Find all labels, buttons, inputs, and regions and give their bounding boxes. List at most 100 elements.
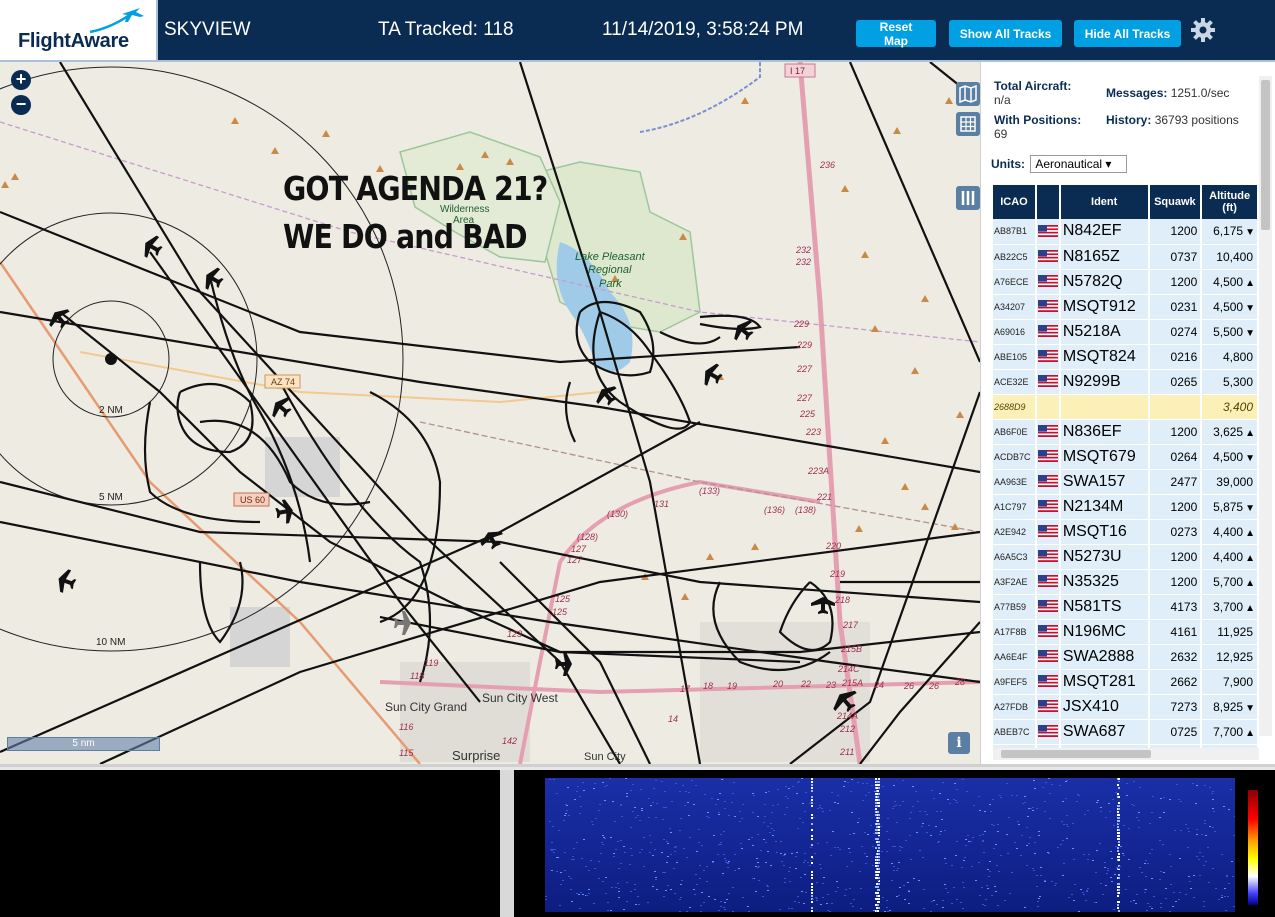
units-select[interactable]: Aeronautical ▾	[1030, 155, 1127, 173]
grid-icon[interactable]	[956, 112, 980, 136]
altitude-trend: ▲	[1245, 278, 1255, 289]
flightaware-logo[interactable]: FlightAware	[0, 0, 158, 60]
table-row[interactable]: 2688D9 3,400	[993, 394, 1258, 419]
color-scale-bar	[1248, 790, 1258, 905]
flight-map[interactable]: I 17 AZ 74 US 60 2 NM 5 NM 10 NM Lake Pl…	[0, 62, 980, 764]
svg-text:232: 232	[795, 245, 811, 255]
table-row[interactable]: ABEB7C SWA687 0725 7,700 ▲	[993, 719, 1258, 744]
flag-us-icon	[1036, 419, 1060, 444]
svg-text:229: 229	[796, 340, 812, 350]
cell-ident: MSQT824	[1060, 344, 1149, 369]
flag-us-icon	[1036, 519, 1060, 544]
table-row[interactable]: A69016 N5218A 0274 5,500 ▼	[993, 319, 1258, 344]
flag-us-icon	[1036, 244, 1060, 269]
cell-ident: N9299B	[1060, 369, 1149, 394]
svg-text:220: 220	[825, 541, 841, 551]
cell-altitude: 5,500 ▼	[1201, 319, 1258, 344]
cell-ident: MSQT912	[1060, 294, 1149, 319]
altitude-value: 4,500	[1213, 450, 1243, 464]
history-value: 36793 positions	[1155, 113, 1239, 127]
table-row[interactable]: A2E942 MSQT16 0273 4,400 ▲	[993, 519, 1258, 544]
reset-map-button[interactable]: Reset Map	[856, 20, 936, 47]
hide-all-tracks-button[interactable]: Hide All Tracks	[1074, 20, 1181, 47]
svg-text:223A: 223A	[807, 466, 829, 476]
table-row[interactable]: A77B59 N581TS 4173 3,700 ▲	[993, 594, 1258, 619]
messages-value: 1251.0/sec	[1171, 86, 1230, 100]
flag-us-icon	[1036, 394, 1060, 419]
cell-ident: MSQT281	[1060, 669, 1149, 694]
sun-city-label: Sun City	[584, 751, 626, 763]
svg-text:214A: 214A	[836, 711, 858, 721]
col-header-flag[interactable]	[1036, 185, 1060, 219]
flag-us-icon	[1036, 369, 1060, 394]
info-button[interactable]: i	[948, 732, 970, 754]
svg-text:217: 217	[842, 620, 859, 630]
col-header-altitude[interactable]: Altitude (ft)	[1201, 185, 1258, 219]
col-header-squawk[interactable]: Squawk	[1149, 185, 1202, 219]
table-row[interactable]: A17F8B N196MC 4161 11,925	[993, 619, 1258, 644]
power-line	[420, 422, 980, 532]
cell-squawk: 1200	[1149, 544, 1202, 569]
cell-altitude: 11,925	[1201, 619, 1258, 644]
aircraft-table-container[interactable]: ICAO Ident Squawk Altitude (ft) AB87B1 N8…	[993, 185, 1259, 752]
zoom-out-button[interactable]: −	[11, 95, 31, 115]
table-row[interactable]: A76ECE N5782Q 1200 4,500 ▲	[993, 269, 1258, 294]
col-header-ident[interactable]: Ident	[1060, 185, 1149, 219]
columns-icon[interactable]	[956, 186, 980, 210]
cell-icao: A9FEF5	[993, 669, 1036, 694]
table-row[interactable]: ACE32E N9299B 0265 5,300	[993, 369, 1258, 394]
map-scale-bar: 5 nm	[7, 737, 160, 751]
svg-text:229: 229	[793, 319, 809, 329]
flag-us-icon	[1036, 219, 1060, 244]
table-row[interactable]: AB6F0E N836EF 1200 3,625 ▲	[993, 419, 1258, 444]
units-label: Units:	[991, 157, 1025, 171]
map-canvas[interactable]: I 17 AZ 74 US 60 2 NM 5 NM 10 NM Lake Pl…	[0, 62, 980, 764]
cell-altitude: 6,175 ▼	[1201, 219, 1258, 244]
cell-altitude: 3,625 ▲	[1201, 419, 1258, 444]
table-row[interactable]: ABE105 MSQT824 0216 4,800	[993, 344, 1258, 369]
flag-us-icon	[1036, 294, 1060, 319]
table-vertical-scrollbar[interactable]	[1259, 76, 1272, 736]
show-all-tracks-button[interactable]: Show All Tracks	[949, 20, 1062, 47]
altitude-value: 12,925	[1216, 650, 1253, 664]
table-row[interactable]: A1C797 N2134M 1200 5,875 ▼	[993, 494, 1258, 519]
cell-squawk: 2632	[1149, 644, 1202, 669]
zoom-in-button[interactable]: +	[11, 70, 31, 90]
cell-squawk: 0231	[1149, 294, 1202, 319]
table-row[interactable]: AA963E SWA157 2477 39,000	[993, 469, 1258, 494]
table-row[interactable]: A3F2AE N35325 1200 5,700 ▲	[993, 569, 1258, 594]
table-row[interactable]: AB87B1 N842EF 1200 6,175 ▼	[993, 219, 1258, 244]
table-horizontal-scrollbar[interactable]	[993, 748, 1259, 760]
table-row[interactable]: A27FDB JSX410 7273 8,925 ▼	[993, 694, 1258, 719]
gear-icon[interactable]	[1190, 17, 1216, 43]
cell-ident: N836EF	[1060, 419, 1149, 444]
table-row[interactable]: ACDB7C MSQT679 0264 4,500 ▼	[993, 444, 1258, 469]
ring-label-10nm: 10 NM	[96, 637, 125, 648]
map-icon[interactable]	[956, 82, 980, 106]
table-row[interactable]: A6A5C3 N5273U 1200 4,400 ▲	[993, 544, 1258, 569]
scrollbar-thumb[interactable]	[1261, 80, 1270, 230]
table-row[interactable]: A34207 MSQT912 0231 4,500 ▼	[993, 294, 1258, 319]
svg-text:219: 219	[829, 569, 845, 579]
table-row[interactable]: AA6E4F SWA2888 2632 12,925	[993, 644, 1258, 669]
svg-text:131: 131	[654, 499, 669, 509]
altitude-value: 8,925	[1213, 700, 1243, 714]
cell-squawk: 1200	[1149, 219, 1202, 244]
cell-icao: A27FDB	[993, 694, 1036, 719]
altitude-trend: ▼	[1245, 227, 1255, 238]
table-row[interactable]: A9FEF5 MSQT281 2662 7,900	[993, 669, 1258, 694]
az-74	[80, 352, 600, 402]
messages-label: Messages:	[1106, 86, 1167, 100]
flag-us-icon	[1036, 694, 1060, 719]
flag-us-icon	[1036, 644, 1060, 669]
history-stat: History: 36793 positions	[1106, 113, 1246, 127]
with-positions-value: 69	[994, 127, 1007, 141]
cell-squawk: 7273	[1149, 694, 1202, 719]
svg-text:22: 22	[800, 679, 811, 689]
scrollbar-thumb[interactable]	[1001, 750, 1151, 758]
loop-303	[560, 482, 820, 562]
table-row[interactable]: AB22C5 N8165Z 0737 10,400	[993, 244, 1258, 269]
cell-ident: SWA2888	[1060, 644, 1149, 669]
units-selected-value: Aeronautical	[1035, 157, 1102, 171]
col-header-icao[interactable]: ICAO	[993, 185, 1036, 219]
